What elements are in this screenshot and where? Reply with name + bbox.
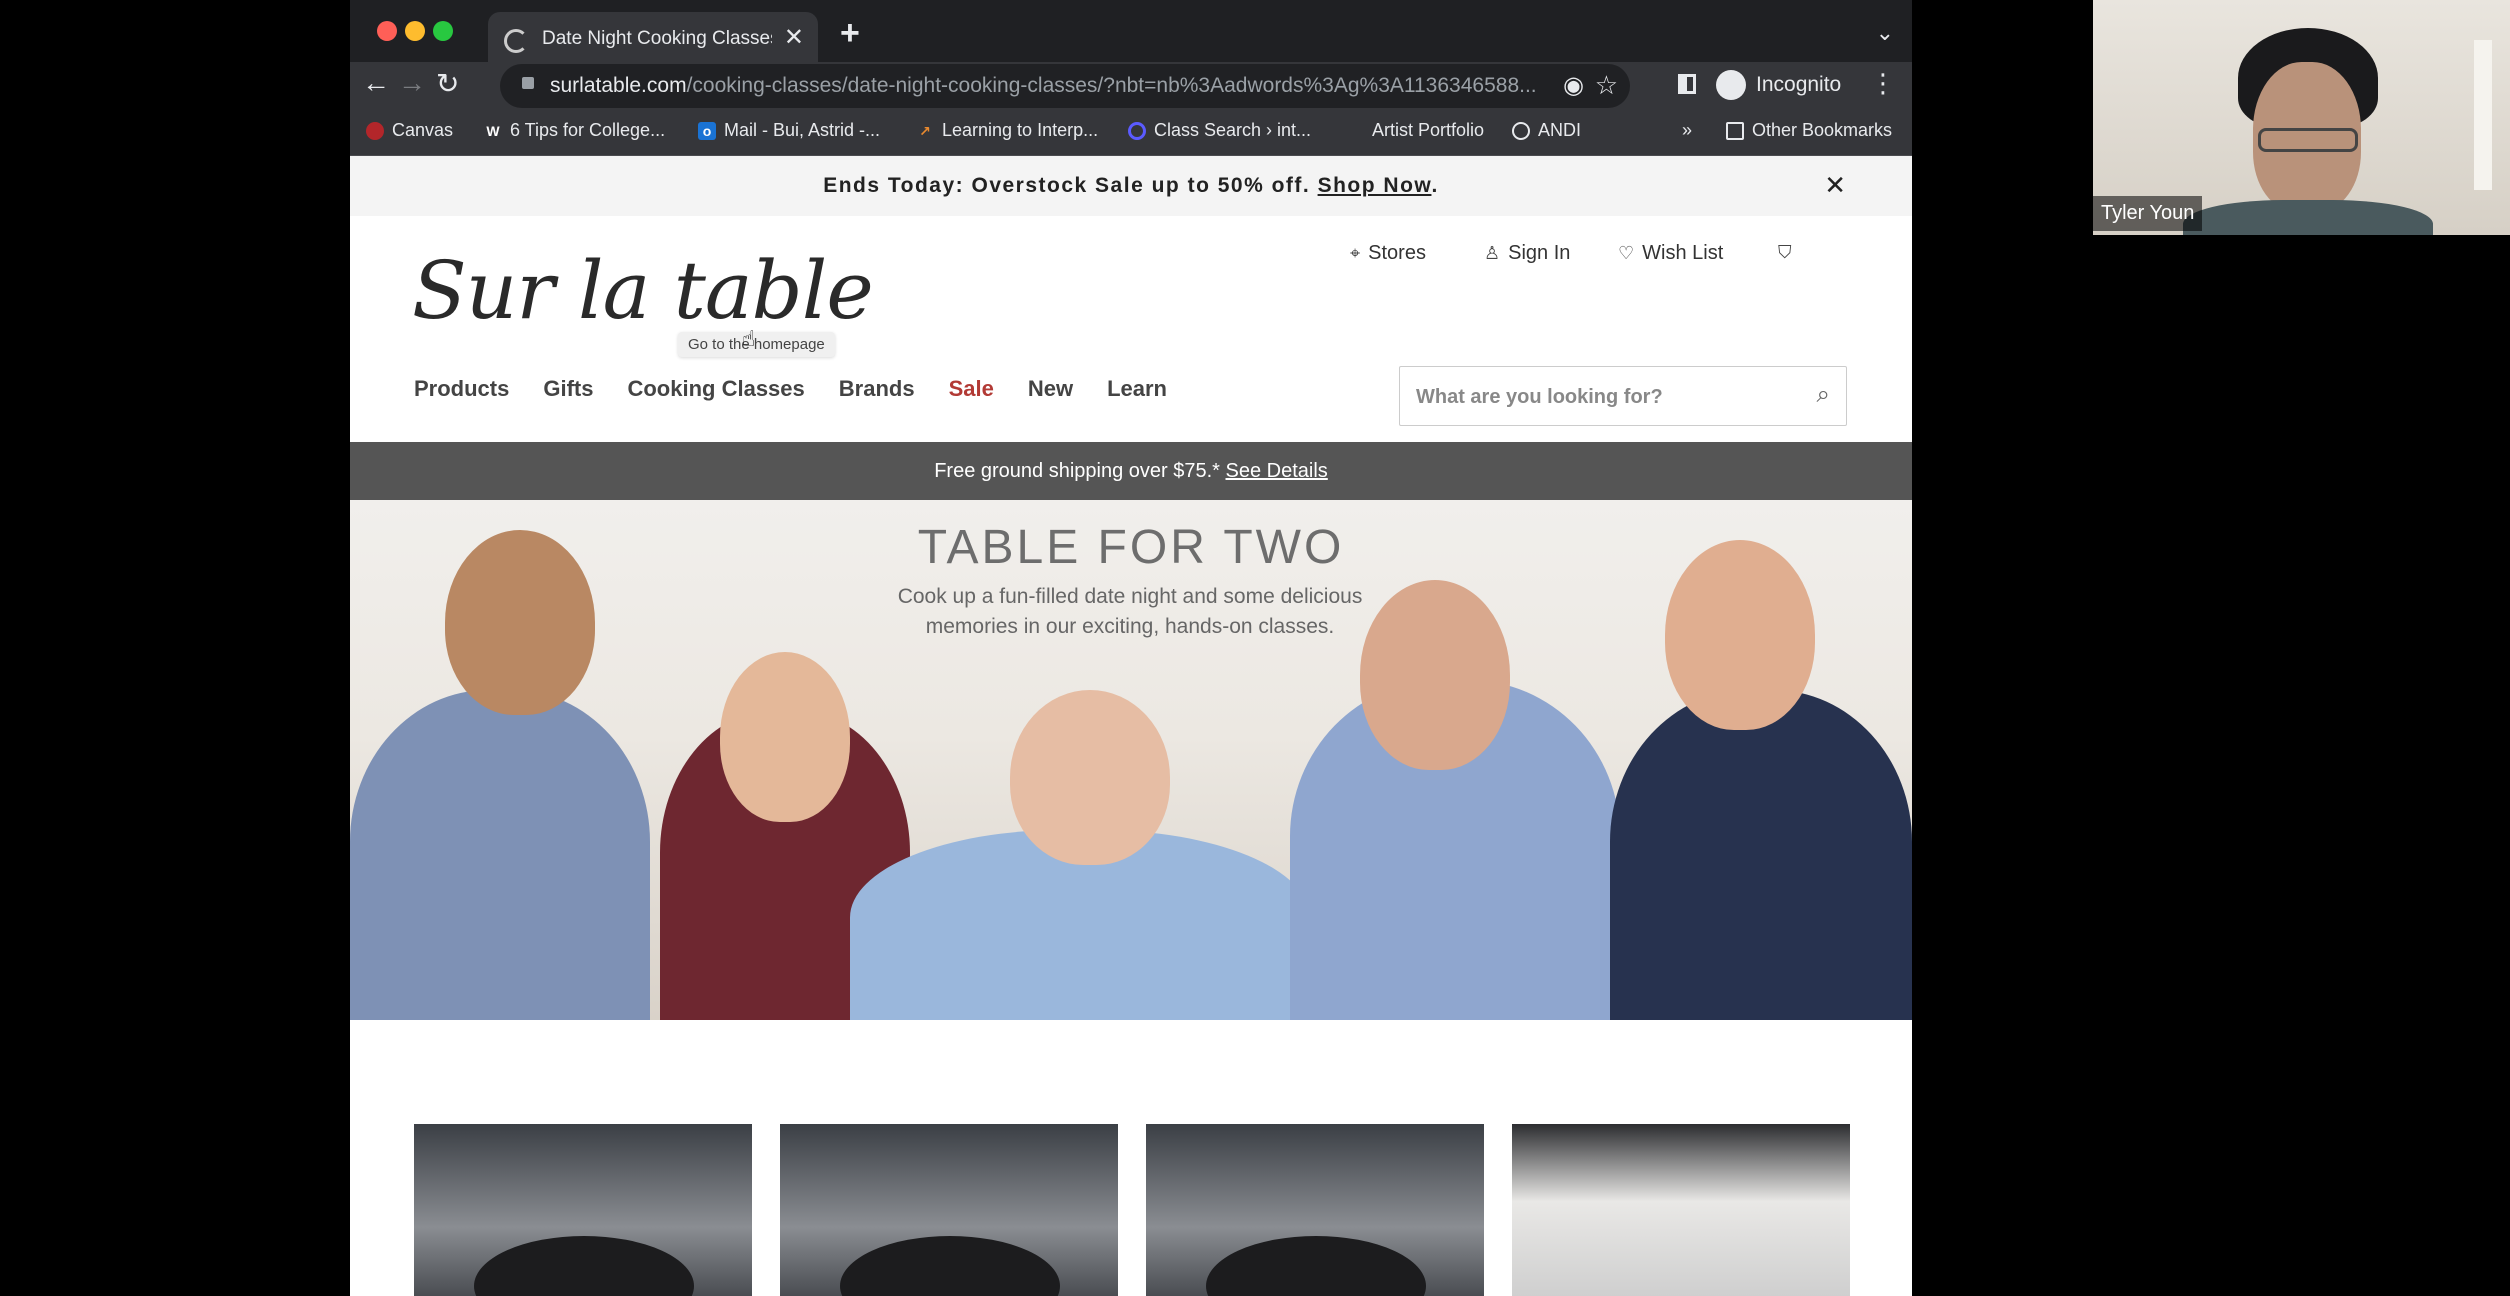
browser-toolbar: ← → ↻ surlatable.com/cooking-classes/dat… [350,62,1912,108]
side-panel-icon[interactable] [1678,74,1696,94]
nav-sale[interactable]: Sale [949,376,994,402]
maximize-window-button[interactable] [433,21,453,41]
browser-menu-icon[interactable]: ⋮ [1870,68,1896,99]
shipping-text: Free ground shipping over $75.* [934,460,1226,482]
bookmark-learning[interactable]: ↗ Learning to Interp... [916,120,1098,141]
folder-icon [1726,121,1744,140]
nav-cooking-classes[interactable]: Cooking Classes [627,376,804,402]
hero-subtitle: Cook up a fun-filled date night and some… [897,585,1363,638]
incognito-avatar-icon [1716,70,1746,100]
hero-person-5 [1610,690,1912,1020]
cart-button[interactable]: ⛉ [1778,242,1792,263]
search-input[interactable] [1416,382,1776,412]
close-banner-icon[interactable]: ✕ [1824,170,1846,201]
class-tiles [414,1124,1850,1296]
nav-gifts[interactable]: Gifts [543,376,593,402]
tab-search-chevron-icon[interactable]: ⌄ [1876,20,1894,46]
hand-cursor-icon: ☝ [742,326,756,351]
new-tab-button[interactable]: + [840,14,860,53]
forward-arrow-icon[interactable]: → [398,67,426,99]
globe-icon [1512,121,1530,140]
chart-icon: ↗ [919,122,931,139]
search-circle-icon [1128,121,1146,140]
address-bar[interactable]: surlatable.com/cooking-classes/date-nigh… [500,64,1630,108]
other-bookmarks-folder[interactable]: Other Bookmarks [1726,120,1892,141]
minimize-window-button[interactable] [405,21,425,41]
nav-products[interactable]: Products [414,376,509,402]
hero-title: TABLE FOR TWO [917,521,1345,574]
site-favicon-icon [504,29,528,53]
promo-banner: Ends Today: Overstock Sale up to 50% off… [350,156,1912,216]
close-tab-icon[interactable]: ✕ [784,23,804,52]
promo-text: Ends Today: Overstock Sale up to 50% off… [823,174,1318,197]
shipping-banner: Free ground shipping over $75.* See Deta… [350,442,1912,500]
wish-list-link[interactable]: ♡ Wish List [1618,242,1723,265]
outlook-icon: o [698,121,716,140]
bookmark-mail[interactable]: o Mail - Bui, Astrid -... [698,120,880,141]
tab-strip: Date Night Cooking Classes | S ✕ + ⌄ [350,0,1912,70]
close-window-button[interactable] [377,21,397,41]
shopping-bag-icon: ⛉ [1778,242,1792,262]
logo-tooltip: Go to the homepage [678,332,835,357]
more-bookmarks-chevron-icon[interactable]: » [1682,120,1692,141]
hero-person-2-head [720,652,850,822]
class-tile-1[interactable] [414,1124,752,1296]
bookmark-college-tips[interactable]: W6 Tips for College... [484,120,665,141]
class-tile-2[interactable] [780,1124,1118,1296]
nav-brands[interactable]: Brands [839,376,915,402]
w-icon: W [486,122,500,139]
participant-name-label: Tyler Youn [2093,196,2203,231]
sur-la-table-logo[interactable]: Sur la table [412,244,874,337]
user-icon: ♙ [1484,243,1501,263]
bookmark-artist-portfolio[interactable]: Artist Portfolio [1372,120,1484,141]
location-pin-icon: ⌖ [1350,243,1361,263]
web-page: Ends Today: Overstock Sale up to 50% off… [350,156,1912,1296]
sign-in-link[interactable]: ♙ Sign In [1484,242,1570,265]
nav-new[interactable]: New [1028,376,1073,402]
bookmark-andi[interactable]: ANDI [1512,120,1581,141]
class-tile-4[interactable] [1512,1124,1850,1296]
class-tile-3[interactable] [1146,1124,1484,1296]
nav-learn[interactable]: Learn [1107,376,1167,402]
url-text[interactable]: surlatable.com/cooking-classes/date-nigh… [550,74,1550,98]
hero-person-4-head [1360,580,1510,770]
bookmark-canvas[interactable]: Canvas [366,120,453,141]
reload-icon[interactable]: ↻ [436,67,459,100]
stores-link[interactable]: ⌖ Stores [1350,242,1426,265]
incognito-label: Incognito [1756,73,1842,96]
search-icon[interactable]: ⌕ [1817,381,1830,409]
hero-person-1 [350,690,650,1020]
heart-icon: ♡ [1618,243,1635,263]
lock-icon [522,77,534,89]
browser-window: Date Night Cooking Classes | S ✕ + ⌄ ← →… [350,0,1912,1296]
tracking-blocked-eye-icon[interactable]: ◉ [1563,71,1584,100]
tab-title: Date Night Cooking Classes | S [542,28,772,49]
back-arrow-icon[interactable]: ← [362,67,390,99]
search-box: ⌕ [1399,366,1847,426]
incognito-profile[interactable]: Incognito [1716,70,1841,100]
hero-person-3-head [1010,690,1170,865]
hero-banner[interactable]: TABLE FOR TWO Cook up a fun-filled date … [350,500,1912,1020]
shop-now-link[interactable]: Shop Now [1318,174,1432,197]
bookmarks-bar: Canvas W6 Tips for College... o Mail - Bu… [350,108,1912,156]
see-details-link[interactable]: See Details [1226,460,1328,482]
canvas-icon [366,121,384,140]
video-call-thumbnail: Tyler Youn [2093,0,2510,235]
bookmark-star-icon[interactable]: ☆ [1595,70,1618,101]
main-navigation: Products Gifts Cooking Classes Brands Sa… [414,376,1167,402]
bookmark-class-search[interactable]: Class Search › int... [1128,120,1311,141]
